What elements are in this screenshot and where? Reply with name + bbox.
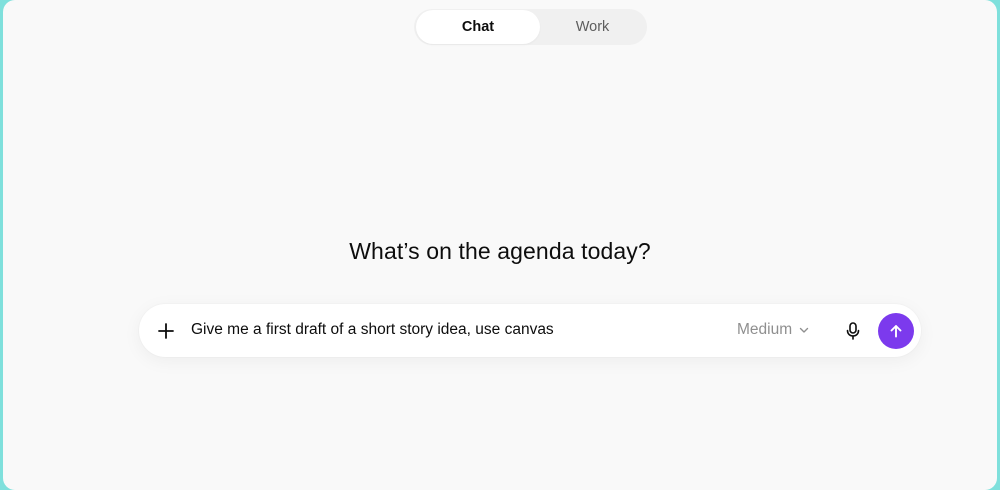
send-button[interactable] <box>878 313 914 349</box>
tab-chat-label: Chat <box>461 19 495 35</box>
tab-chat[interactable]: Chat <box>416 10 540 44</box>
add-attachment-button[interactable] <box>154 319 178 343</box>
mode-toggle: Chat Work <box>414 9 647 45</box>
chevron-down-icon <box>799 327 809 333</box>
arrow-up-icon <box>890 325 902 338</box>
prompt-input[interactable] <box>191 318 721 342</box>
microphone-icon <box>846 322 860 340</box>
model-select[interactable]: Medium <box>737 318 810 342</box>
tab-work[interactable]: Work <box>540 10 645 44</box>
model-select-label: Medium <box>737 321 793 338</box>
voice-input-button[interactable] <box>840 318 866 344</box>
app-window: Chat Work What’s on the agenda today? Me… <box>3 0 997 490</box>
prompt-composer: Medium <box>139 304 921 357</box>
plus-icon <box>158 323 174 339</box>
tab-work-label: Work <box>575 19 610 35</box>
page-headline: What’s on the agenda today? <box>349 238 651 264</box>
